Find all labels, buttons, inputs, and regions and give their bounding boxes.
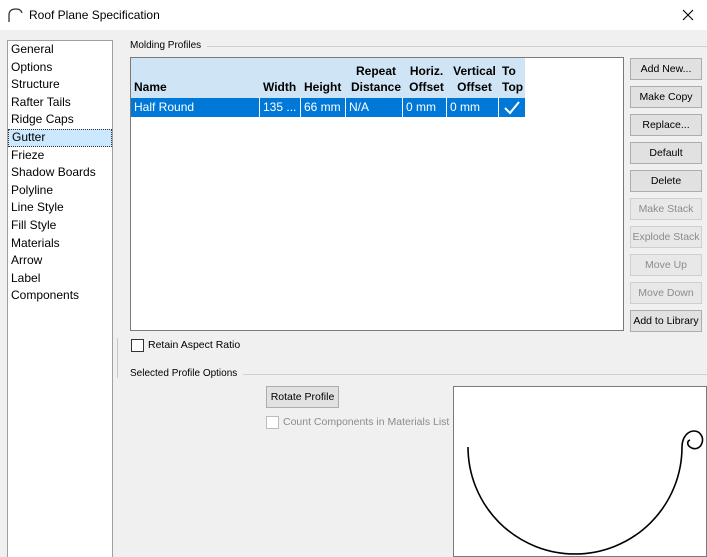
sidebar-item-gutter[interactable]: Gutter	[8, 128, 112, 147]
cell-vertical-offset: 0 mm	[447, 98, 499, 117]
sidebar-item-general[interactable]: General	[8, 41, 112, 59]
sidebar-item-ridge-caps[interactable]: Ridge Caps	[8, 111, 112, 129]
half-round-gutter-profile-icon	[467, 430, 704, 555]
cell-repeat-distance: N/A	[346, 98, 403, 117]
column-header-vertical-offset[interactable]: Vertical Offset	[447, 58, 499, 98]
cell-name: Half Round	[131, 98, 260, 117]
close-button[interactable]	[669, 0, 707, 30]
move-down-button[interactable]: Move Down	[630, 282, 702, 304]
cell-height: 66 mm	[301, 98, 346, 117]
profile-preview	[453, 386, 707, 557]
explode-stack-button[interactable]: Explode Stack	[630, 226, 702, 248]
make-stack-button[interactable]: Make Stack	[630, 198, 702, 220]
sidebar-item-components[interactable]: Components	[8, 287, 112, 305]
cell-width: 135 ...	[260, 98, 301, 117]
sidebar-item-materials[interactable]: Materials	[8, 235, 112, 253]
selected-profile-options-label: Selected Profile Options	[130, 368, 244, 379]
category-list[interactable]: General Options Structure Rafter Tails R…	[7, 40, 113, 557]
column-header-to-top[interactable]: To Top	[499, 58, 525, 98]
count-components-label: Count Components in Materials List	[283, 416, 450, 428]
replace-button[interactable]: Replace...	[630, 114, 702, 136]
column-header-width[interactable]: Width	[260, 58, 301, 98]
move-up-button[interactable]: Move Up	[630, 254, 702, 276]
count-components-checkbox[interactable]	[266, 416, 279, 429]
close-icon	[682, 9, 694, 21]
sidebar-item-rafter-tails[interactable]: Rafter Tails	[8, 94, 112, 112]
column-header-name[interactable]: Name	[131, 58, 260, 98]
check-icon	[504, 100, 520, 114]
column-header-height[interactable]: Height	[301, 58, 346, 98]
roof-icon	[8, 8, 23, 22]
group-divider	[130, 46, 707, 47]
column-header-horiz-offset[interactable]: Horiz. Offset	[403, 58, 447, 98]
panel-splitter[interactable]	[117, 338, 118, 378]
sidebar-item-fill-style[interactable]: Fill Style	[8, 217, 112, 235]
retain-aspect-ratio-checkbox[interactable]	[131, 339, 144, 352]
molding-profiles-table[interactable]: Name Width Height Repeat Distance Horiz. O…	[130, 57, 624, 331]
sidebar-item-arrow[interactable]: Arrow	[8, 252, 112, 270]
retain-aspect-ratio-label: Retain Aspect Ratio	[148, 339, 241, 351]
molding-profiles-label: Molding Profiles	[130, 40, 208, 51]
add-to-library-button[interactable]: Add to Library	[630, 310, 702, 332]
column-header-repeat-distance[interactable]: Repeat Distance	[346, 58, 403, 98]
sidebar-item-shadow-boards[interactable]: Shadow Boards	[8, 164, 112, 182]
sidebar-item-frieze[interactable]: Frieze	[8, 147, 112, 165]
sidebar-item-options[interactable]: Options	[8, 59, 112, 77]
delete-button[interactable]: Delete	[630, 170, 702, 192]
table-header: Name Width Height Repeat Distance Horiz. O…	[131, 58, 525, 98]
cell-to-top[interactable]	[499, 98, 525, 117]
rotate-profile-button[interactable]: Rotate Profile	[266, 386, 339, 408]
make-copy-button[interactable]: Make Copy	[630, 86, 702, 108]
add-new-button[interactable]: Add New...	[630, 58, 702, 80]
sidebar-item-line-style[interactable]: Line Style	[8, 199, 112, 217]
sidebar-item-structure[interactable]: Structure	[8, 76, 112, 94]
window-title: Roof Plane Specification	[29, 8, 160, 22]
sidebar-item-polyline[interactable]: Polyline	[8, 182, 112, 200]
sidebar-item-label[interactable]: Label	[8, 270, 112, 288]
title-bar: Roof Plane Specification	[0, 0, 707, 30]
default-button[interactable]: Default	[630, 142, 702, 164]
table-row[interactable]: Half Round 135 ... 66 mm N/A 0 mm 0 mm	[131, 98, 525, 117]
cell-horiz-offset: 0 mm	[403, 98, 447, 117]
